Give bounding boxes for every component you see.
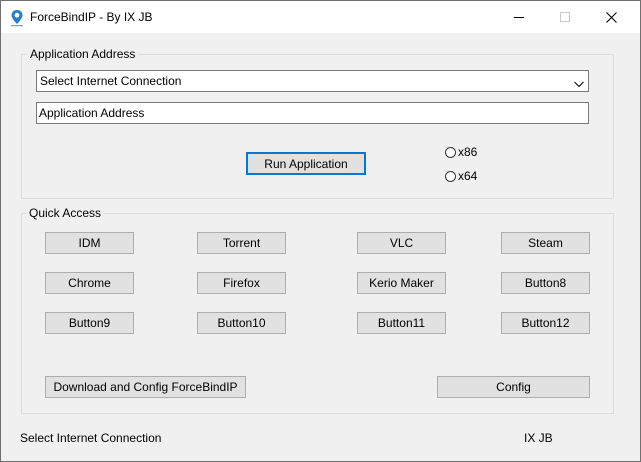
chrome-button[interactable]: Chrome xyxy=(45,272,134,294)
button12[interactable]: Button12 xyxy=(501,312,590,334)
status-author-text: IX JB xyxy=(524,431,553,445)
status-connection-text: Select Internet Connection xyxy=(20,431,162,445)
run-application-button[interactable]: Run Application xyxy=(246,152,366,175)
kerio-maker-button[interactable]: Kerio Maker xyxy=(357,272,446,294)
quick-access-label: Quick Access xyxy=(26,206,105,220)
button11[interactable]: Button11 xyxy=(357,312,446,334)
close-button[interactable] xyxy=(588,1,634,33)
radio-x86[interactable]: x86 xyxy=(445,145,477,159)
minimize-button[interactable] xyxy=(496,1,542,33)
button10[interactable]: Button10 xyxy=(197,312,286,334)
radio-x86-label: x86 xyxy=(458,145,478,159)
application-address-label: Application Address xyxy=(27,47,139,61)
title-bar[interactable]: ForceBindIP - By IX JB xyxy=(1,1,640,33)
maximize-button[interactable] xyxy=(542,1,588,33)
internet-connection-value: Select Internet Connection xyxy=(40,74,182,88)
chevron-down-icon xyxy=(574,77,584,91)
app-pin-icon xyxy=(9,9,25,27)
radio-x64-label: x64 xyxy=(458,169,478,183)
internet-connection-select[interactable]: Select Internet Connection xyxy=(36,70,589,92)
minimize-icon xyxy=(514,17,524,18)
window-title: ForceBindIP - By IX JB xyxy=(30,10,153,24)
radio-x86-circle xyxy=(445,146,456,158)
idm-button[interactable]: IDM xyxy=(45,232,134,254)
radio-x64[interactable]: x64 xyxy=(445,169,477,183)
button9[interactable]: Button9 xyxy=(45,312,134,334)
main-window: ForceBindIP - By IX JB Application Addre… xyxy=(0,0,641,462)
button8[interactable]: Button8 xyxy=(501,272,590,294)
steam-button[interactable]: Steam xyxy=(501,232,590,254)
torrent-button[interactable]: Torrent xyxy=(197,232,286,254)
close-icon xyxy=(605,11,617,23)
radio-x64-circle xyxy=(445,170,456,182)
config-button[interactable]: Config xyxy=(437,376,590,398)
download-config-forcebindip-button[interactable]: Download and Config ForceBindIP xyxy=(45,376,246,398)
application-address-input[interactable]: Application Address xyxy=(36,102,589,124)
vlc-button[interactable]: VLC xyxy=(357,232,446,254)
firefox-button[interactable]: Firefox xyxy=(197,272,286,294)
maximize-icon xyxy=(560,12,570,22)
